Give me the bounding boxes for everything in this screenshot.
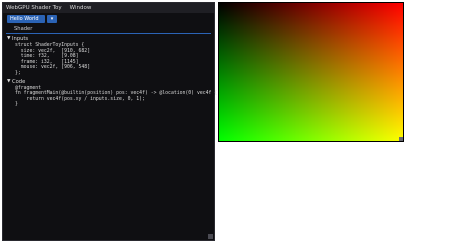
shader-select-button[interactable]: Hello World [7,15,45,23]
shader-output-canvas[interactable] [218,2,404,142]
gradient-render [219,3,403,141]
code-section-header[interactable]: ▼ Code [3,78,214,86]
code-line: fn fragmentMain(@builtin(position) pos: … [15,91,218,97]
tab-underline [6,33,211,34]
canvas-resize-grip-icon[interactable] [399,137,403,141]
tab-shader[interactable]: Shader [14,26,32,33]
collapse-triangle-icon: ▼ [7,78,11,84]
inputs-code-block: struct ShaderToyInputs { size: vec2f, [9… [3,43,214,77]
tab-bar: Shader [6,26,211,34]
inputs-section-header[interactable]: ▼ Inputs [3,35,214,43]
shader-code-block[interactable]: @fragment fn fragmentMain(@builtin(posit… [3,86,218,108]
collapse-triangle-icon: ▼ [7,36,11,41]
menu-window[interactable]: Window [70,3,92,13]
editor-window: WebGPU Shader Toy Window Hello World ▾ S… [2,2,218,241]
resize-grip-icon[interactable] [208,234,213,239]
code-line: } [15,102,18,108]
code-header-label: Code [12,78,26,85]
inputs-header-label: Inputs [12,36,29,42]
code-line: }; [15,70,21,76]
toolbar: Hello World ▾ [3,13,214,25]
menu-bar: WebGPU Shader Toy Window [3,3,214,13]
menu-app[interactable]: WebGPU Shader Toy [6,3,62,13]
chevron-down-icon[interactable]: ▾ [47,15,57,23]
